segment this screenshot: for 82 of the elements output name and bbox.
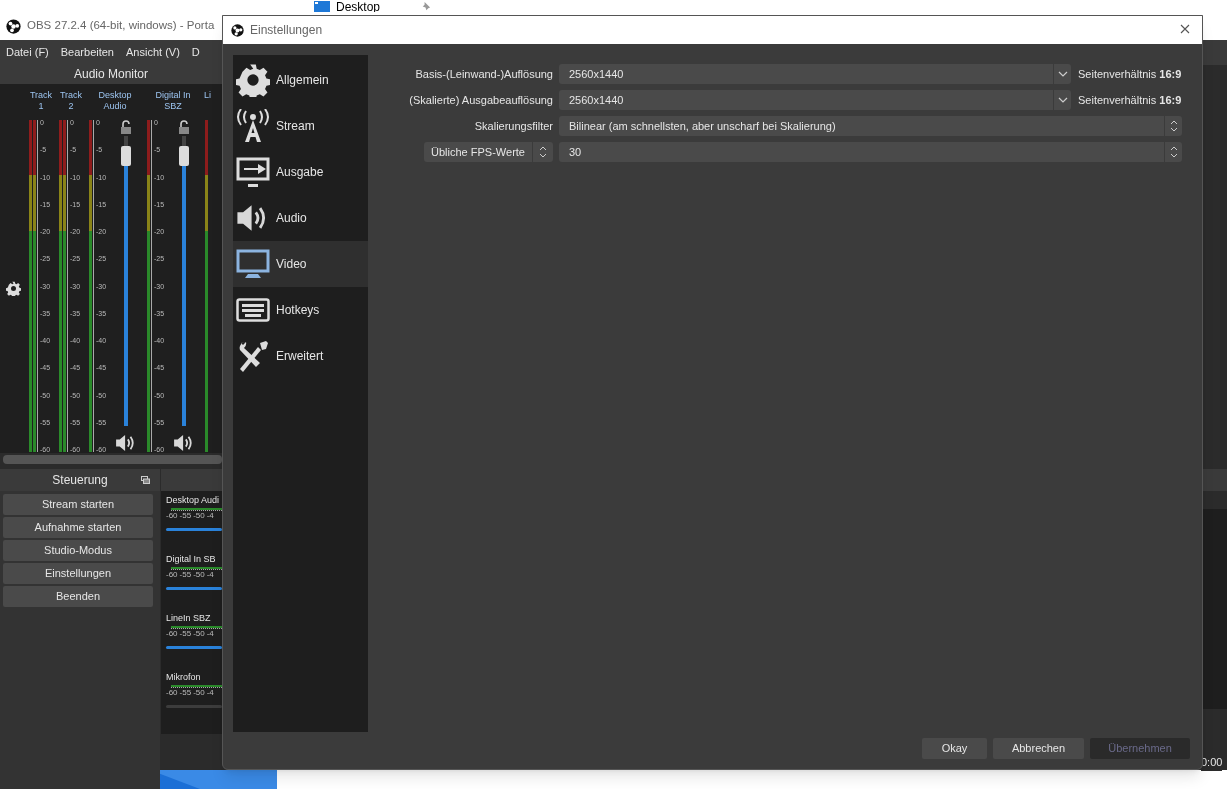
control-button[interactable]: Aufnahme starten xyxy=(3,517,153,538)
fader-thumb[interactable] xyxy=(179,146,189,167)
dropdown[interactable]: 2560x1440 xyxy=(559,64,1071,84)
fps-type-button[interactable]: Übliche FPS-Werte xyxy=(424,142,553,162)
logo-icon xyxy=(231,23,244,37)
dropdown[interactable]: 2560x1440 xyxy=(559,90,1071,110)
scale-label: -4 xyxy=(206,511,214,520)
chevron-down-icon xyxy=(1057,97,1068,103)
gear-icon xyxy=(236,63,270,97)
monitor-arrow-icon xyxy=(236,155,270,189)
field-label: (Skalierte) Ausgabeauflösung xyxy=(409,92,553,108)
scale-label: -55 xyxy=(179,688,192,697)
sidebar-item[interactable]: Erweitert xyxy=(233,333,368,379)
sidebar-item[interactable]: Hotkeys xyxy=(233,287,368,333)
control-button[interactable]: Beenden xyxy=(3,586,153,607)
scale-label: -55 xyxy=(179,511,192,520)
sidebar-item[interactable]: Allgemein xyxy=(233,57,368,103)
panel-title: Audio Monitor xyxy=(0,65,222,84)
window-title: OBS 27.2.4 (64-bit, windows) - Porta xyxy=(27,18,215,34)
lock-icon[interactable] xyxy=(179,120,189,134)
scale-label: -55 xyxy=(179,570,192,579)
undock-icon[interactable] xyxy=(141,476,150,484)
field-label: Basis-(Leinwand-)Auflösung xyxy=(415,66,553,82)
menu-item[interactable]: Bearbeiten xyxy=(60,44,114,61)
dock-title: Steuerung xyxy=(52,472,108,489)
pin-icon xyxy=(420,1,431,12)
control-button[interactable]: Einstellungen xyxy=(3,563,153,584)
volume-slider[interactable] xyxy=(166,587,222,590)
channel-name: Li xyxy=(203,90,212,102)
menu-item[interactable]: Ansicht (V) xyxy=(126,44,180,61)
scale-label: -50 xyxy=(193,511,205,520)
chevron-down-icon xyxy=(1057,71,1068,77)
speaker-icon[interactable] xyxy=(115,434,137,452)
volume-slider[interactable] xyxy=(166,528,222,531)
up-down-icon xyxy=(539,145,547,159)
scale-label: -60 xyxy=(166,511,178,520)
dropdown[interactable]: Bilinear (am schnellsten, aber unscharf bei Skalierung) xyxy=(559,116,1182,136)
settings-icon[interactable] xyxy=(5,281,21,296)
mixer-source-name: Desktop Audi xyxy=(166,495,221,506)
channel-name: Track 1 xyxy=(28,90,54,113)
antenna-icon xyxy=(236,109,270,143)
channel-name: Desktop Audio xyxy=(97,90,133,113)
control-button[interactable]: Studio-Modus xyxy=(3,540,153,561)
speaker-icon[interactable] xyxy=(173,434,195,452)
desktop-item-label[interactable]: Desktop xyxy=(336,0,381,13)
sidebar-item[interactable]: Stream xyxy=(233,103,368,149)
sidebar-item[interactable]: Video xyxy=(233,241,368,287)
aspect-ratio-text: Seitenverhältnis 16:9 xyxy=(1078,66,1182,82)
menu-item[interactable]: D xyxy=(191,44,200,61)
mixer-source-name: Mikrofon xyxy=(166,672,202,683)
channel-name: Digital In SBZ xyxy=(154,90,192,113)
lock-icon[interactable] xyxy=(121,120,131,134)
menu-item[interactable]: Datei (F) xyxy=(6,44,49,61)
dialog-button[interactable]: Abbrechen xyxy=(993,738,1084,759)
mixer-source-name: LineIn SBZ xyxy=(166,613,212,624)
scale-label: -50 xyxy=(193,688,205,697)
sidebar-item[interactable]: Ausgabe xyxy=(233,149,368,195)
volume-slider[interactable] xyxy=(166,646,222,649)
up-down-icon xyxy=(1169,119,1178,133)
scale-label: -60 xyxy=(166,570,178,579)
logo-icon xyxy=(6,18,21,34)
scale-label: -60 xyxy=(166,629,178,638)
spin-box[interactable]: 30 xyxy=(559,142,1182,162)
aspect-ratio-text: Seitenverhältnis 16:9 xyxy=(1078,92,1182,108)
monitor-icon xyxy=(236,247,270,281)
close-icon[interactable] xyxy=(1180,24,1190,34)
scale-label: -50 xyxy=(193,570,205,579)
dialog-button[interactable]: Okay xyxy=(922,738,987,759)
scale-label: -4 xyxy=(206,688,214,697)
window-title: Einstellungen xyxy=(250,22,323,39)
scale-label: -4 xyxy=(206,570,214,579)
up-down-icon xyxy=(1169,145,1178,159)
field-label: Skalierungsfilter xyxy=(474,118,553,134)
sidebar-item[interactable]: Audio xyxy=(233,195,368,241)
control-button[interactable]: Stream starten xyxy=(3,494,153,515)
scale-label: -4 xyxy=(206,629,214,638)
scale-label: -55 xyxy=(179,629,192,638)
scale-label: -50 xyxy=(193,629,205,638)
fader-thumb[interactable] xyxy=(121,146,131,167)
mixer-source-name: Digital In SB xyxy=(166,554,217,565)
scale-label: -60 xyxy=(166,688,178,697)
channel-name: Track 2 xyxy=(58,90,84,113)
